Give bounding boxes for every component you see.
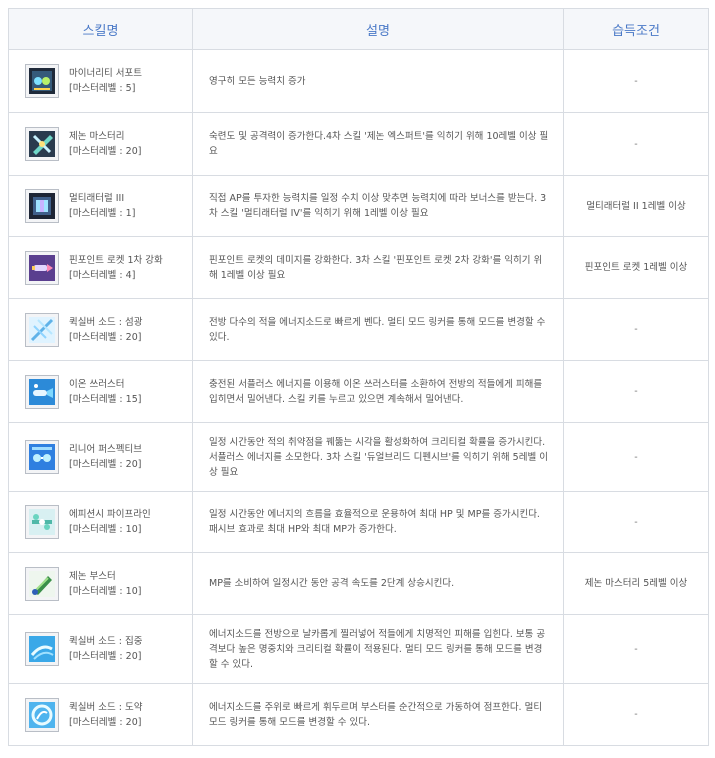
skill-condition: - xyxy=(563,614,709,684)
skill-name: 제논 마스터리 xyxy=(69,131,125,142)
header-description: 설명 xyxy=(192,8,564,50)
skill-condition: - xyxy=(563,49,709,113)
skill-condition: 핀포인트 로켓 1레벨 이상 xyxy=(563,236,709,299)
skill-name: 이온 쓰러스터 xyxy=(69,378,125,390)
skill-condition: - xyxy=(563,298,709,361)
skill-name: 에피션시 파이프라인 xyxy=(69,509,151,520)
skill-master-level: [마스터레벨 : 1] xyxy=(69,208,136,219)
table-row: 제논 부스터 [마스터레벨 : 10] MP를 소비하여 일정시간 동안 공격 … xyxy=(8,552,709,615)
header-skill-name: 스킬명 xyxy=(8,8,193,50)
skill-description: MP를 소비하여 일정시간 동안 공격 속도를 2단계 상승시킨다. xyxy=(192,552,564,615)
skill-name: 제논 부스터 xyxy=(69,570,116,582)
quicksilver-sword-leap-icon xyxy=(25,697,59,732)
table-row: 퀵실버 소드 : 도약 [마스터레벨 : 20] 에너지소드를 주위로 빠르게 … xyxy=(8,683,709,746)
skill-condition: - xyxy=(563,422,709,492)
skill-description: 숙련도 및 공격력이 증가한다.4차 스킬 '제논 엑스퍼트'를 익히기 위해 … xyxy=(192,112,564,176)
table-row: 멀티래터럴 III [마스터레벨 : 1] 직접 AP를 투자한 능력치를 일정… xyxy=(8,175,709,237)
skill-description: 직접 AP를 투자한 능력치를 일정 수치 이상 맞추면 능력치에 따라 보너스… xyxy=(192,175,564,237)
skill-master-level: [마스터레벨 : 20] xyxy=(69,651,142,662)
skill-master-level: [마스터레벨 : 5] xyxy=(69,83,136,94)
quicksilver-sword-focus-icon xyxy=(25,632,59,666)
table-row: 핀포인트 로켓 1차 강화 [마스터레벨 : 4] 핀포인트 로켓의 데미지를 … xyxy=(8,236,709,299)
skill-description: 충전된 서플러스 에너지를 이용해 이온 쓰러스터를 소환하여 전방의 적들에게… xyxy=(192,360,564,423)
skill-master-level: [마스터레벨 : 15] xyxy=(69,393,142,405)
skill-master-level: [마스터레벨 : 10] xyxy=(69,524,142,535)
table-row: 마이너리티 서포트 [마스터레벨 : 5] 영구히 모든 능력치 증가 - xyxy=(8,49,709,113)
skill-condition: - xyxy=(563,683,709,746)
skill-condition: 멀티래터럴 II 1레벨 이상 xyxy=(563,175,709,237)
table-row: 퀵실버 소드 : 집중 [마스터레벨 : 20] 에너지소드를 전방으로 날카롭… xyxy=(8,614,709,684)
skill-condition: - xyxy=(563,360,709,423)
xenon-booster-icon xyxy=(25,566,59,601)
skill-name: 마이너리티 서포트 xyxy=(69,68,142,79)
multilateral-3-icon xyxy=(25,189,59,223)
minority-support-icon xyxy=(25,64,59,98)
skill-description: 전방 다수의 적을 에너지소드로 빠르게 벤다. 멀티 모드 링커를 통해 모드… xyxy=(192,298,564,361)
pinpoint-rocket-icon xyxy=(25,250,59,285)
skill-condition: 제논 마스터리 5레벨 이상 xyxy=(563,552,709,615)
table-row: 퀵실버 소드 : 섬광 [마스터레벨 : 20] 전방 다수의 적을 에너지소드… xyxy=(8,298,709,361)
skill-name: 퀵실버 소드 : 집중 xyxy=(69,636,143,647)
table-header-row: 스킬명 설명 습득조건 xyxy=(8,8,709,50)
skill-master-level: [마스터레벨 : 20] xyxy=(69,331,142,343)
skill-master-level: [마스터레벨 : 10] xyxy=(69,585,142,597)
table-row: 에피션시 파이프라인 [마스터레벨 : 10] 일정 시간동안 에너지의 흐름을… xyxy=(8,491,709,553)
xenon-mastery-icon xyxy=(25,127,59,161)
skill-master-level: [마스터레벨 : 20] xyxy=(69,459,142,470)
skill-condition: - xyxy=(563,112,709,176)
skill-master-level: [마스터레벨 : 20] xyxy=(69,146,142,157)
skill-name: 멀티래터럴 III xyxy=(69,193,125,204)
skill-description: 영구히 모든 능력치 증가 xyxy=(192,49,564,113)
skill-description: 에너지소드를 주위로 빠르게 휘두르며 부스터를 순간적으로 가동하여 점프한다… xyxy=(192,683,564,746)
skill-master-level: [마스터레벨 : 20] xyxy=(69,716,142,728)
skill-description: 핀포인트 로켓의 데미지를 강화한다. 3차 스킬 '핀포인트 로켓 2차 강화… xyxy=(192,236,564,299)
table-row: 리니어 퍼스펙티브 [마스터레벨 : 20] 일정 시간동안 적의 취약점을 꿰… xyxy=(8,422,709,492)
header-condition: 습득조건 xyxy=(563,8,709,50)
skill-name: 퀵실버 소드 : 도약 xyxy=(69,701,143,713)
skill-description: 에너지소드를 전방으로 날카롭게 찔러넣어 적들에게 치명적인 피해를 입힌다.… xyxy=(192,614,564,684)
skill-description: 일정 시간동안 에너지의 흐름을 효율적으로 운용하여 최대 HP 및 MP를 … xyxy=(192,491,564,553)
skill-condition: - xyxy=(563,491,709,553)
skill-description: 일정 시간동안 적의 취약점을 꿰뚫는 시각을 활성화하여 크리티컬 확률을 증… xyxy=(192,422,564,492)
skill-name: 퀵실버 소드 : 섬광 xyxy=(69,316,143,328)
efficiency-pipeline-icon xyxy=(25,505,59,539)
table-row: 이온 쓰러스터 [마스터레벨 : 15] 충전된 서플러스 에너지를 이용해 이… xyxy=(8,360,709,423)
quicksilver-sword-flash-icon xyxy=(25,312,59,347)
linear-perspective-icon xyxy=(25,440,59,474)
table-row: 제논 마스터리 [마스터레벨 : 20] 숙련도 및 공격력이 증가한다.4차 … xyxy=(8,112,709,176)
skill-name: 리니어 퍼스펙티브 xyxy=(69,444,142,455)
skill-table: 스킬명 설명 습득조건 마이너리티 서포트 [마스터레벨 : 5] 영구히 모든… xyxy=(8,8,709,746)
skill-master-level: [마스터레벨 : 4] xyxy=(69,269,136,281)
skill-name: 핀포인트 로켓 1차 강화 xyxy=(69,254,163,266)
ion-thruster-icon xyxy=(25,374,59,409)
